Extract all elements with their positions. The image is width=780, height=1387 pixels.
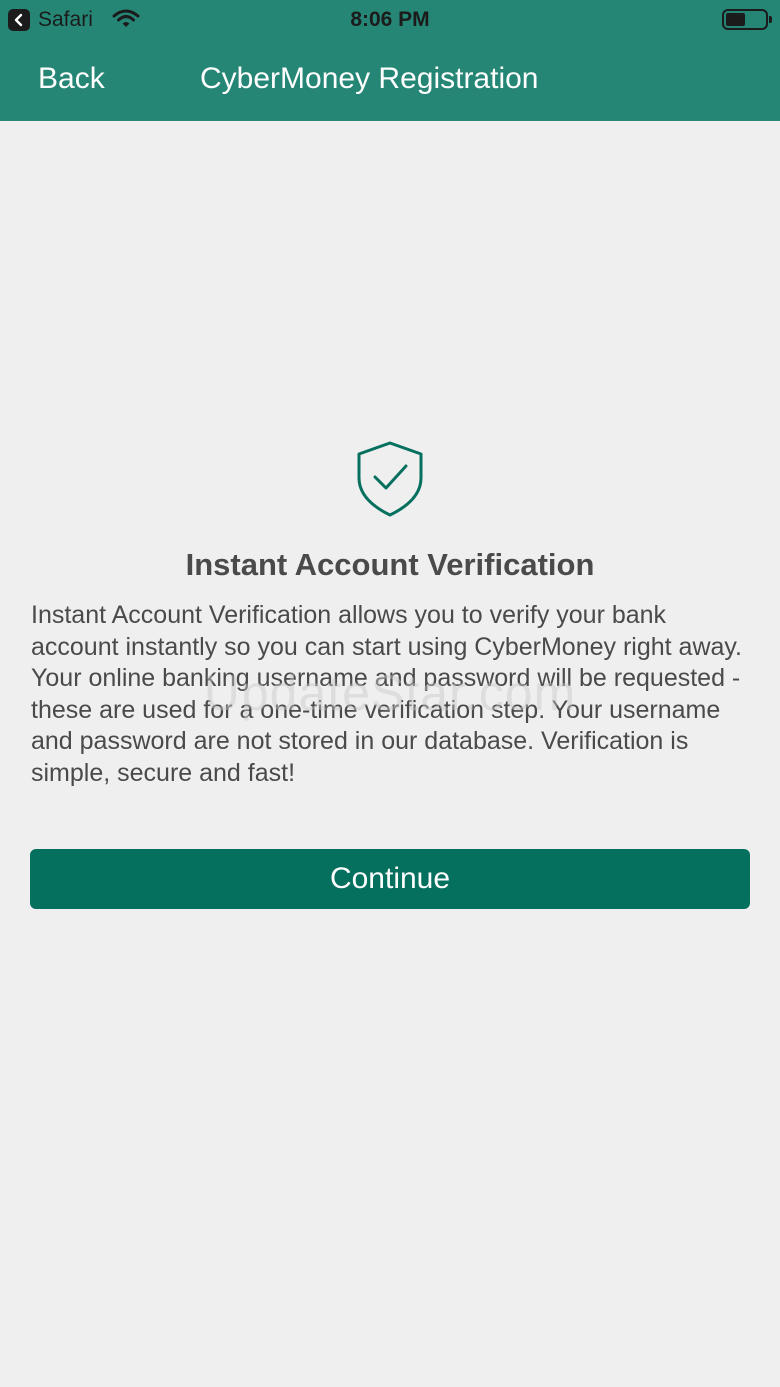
page-title: CyberMoney Registration — [200, 62, 539, 95]
status-bar: Safari 8:06 PM — [0, 0, 780, 40]
back-button[interactable]: Back — [38, 62, 105, 96]
battery-nub — [769, 16, 772, 23]
battery-fill — [726, 13, 745, 26]
status-time: 8:06 PM — [350, 8, 430, 31]
verification-description: Instant Account Verification allows you … — [31, 601, 742, 787]
continue-button[interactable]: Continue — [30, 849, 750, 909]
battery-icon — [722, 9, 772, 30]
navigation-bar: Back CyberMoney Registration — [0, 40, 780, 121]
section-heading: Instant Account Verification — [185, 547, 595, 582]
shield-check-icon — [355, 440, 425, 518]
